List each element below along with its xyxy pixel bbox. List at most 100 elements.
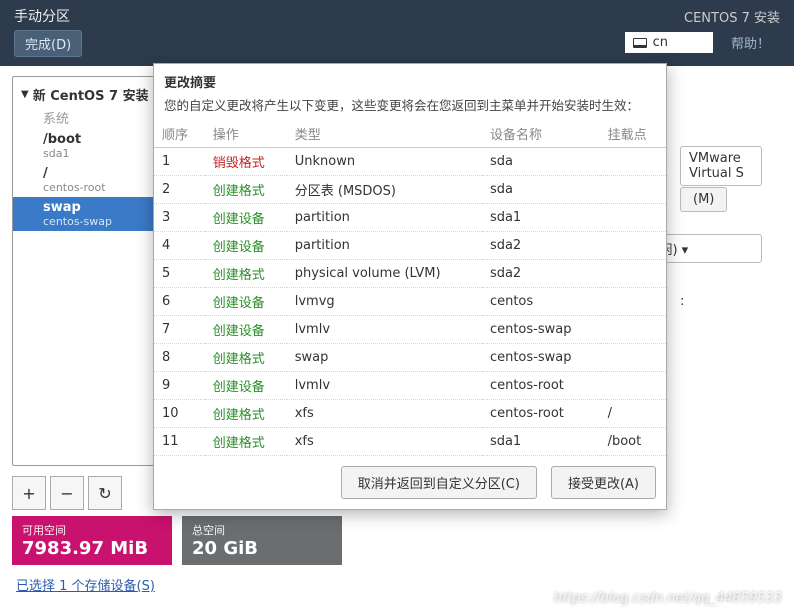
table-row[interactable]: 3创建设备partitionsda1 xyxy=(154,204,666,232)
storage-devices-link[interactable]: 已选择 1 个存储设备(S) xyxy=(12,569,159,600)
add-button[interactable]: + xyxy=(12,476,46,510)
col-dev[interactable]: 设备名称 xyxy=(482,120,600,148)
cell-op: 创建设备 xyxy=(205,316,287,344)
accordion-title: 新 CentOS 7 安装 xyxy=(33,85,149,104)
top-left: 手动分区 完成(D) xyxy=(14,6,82,57)
cell-type: physical volume (LVM) xyxy=(287,260,482,288)
col-order[interactable]: 顺序 xyxy=(154,120,205,148)
cell-order: 9 xyxy=(154,372,205,400)
cell-order: 8 xyxy=(154,344,205,372)
col-op[interactable]: 操作 xyxy=(205,120,287,148)
cell-op: 创建格式 xyxy=(205,400,287,428)
cell-type: xfs xyxy=(287,428,482,456)
cell-dev: sda2 xyxy=(482,232,600,260)
device-display: VMware Virtual S xyxy=(680,146,762,186)
space-summary: 可用空间 7983.97 MiB 总空间 20 GiB xyxy=(0,516,794,565)
cancel-button[interactable]: 取消并返回到自定义分区(C) xyxy=(341,466,537,499)
keyboard-icon xyxy=(633,38,647,48)
help-button[interactable]: 帮助！ xyxy=(721,30,780,55)
cell-type: xfs xyxy=(287,400,482,428)
page-title: 手动分区 xyxy=(14,6,82,26)
cell-order: 1 xyxy=(154,148,205,176)
cell-mnt xyxy=(600,176,666,204)
cell-dev: centos-root xyxy=(482,400,600,428)
table-row[interactable]: 9创建设备lvmlvcentos-root xyxy=(154,372,666,400)
cell-type: swap xyxy=(287,344,482,372)
keyboard-layout: cn xyxy=(653,35,668,50)
cell-type: partition xyxy=(287,232,482,260)
free-space-box: 可用空间 7983.97 MiB xyxy=(12,516,172,565)
table-row[interactable]: 8创建格式swapcentos-swap xyxy=(154,344,666,372)
cell-mnt xyxy=(600,148,666,176)
col-mnt[interactable]: 挂载点 xyxy=(600,120,666,148)
cell-mnt xyxy=(600,316,666,344)
cell-mnt xyxy=(600,204,666,232)
remove-button[interactable]: − xyxy=(50,476,84,510)
cell-op: 创建设备 xyxy=(205,204,287,232)
table-row[interactable]: 2创建格式分区表 (MSDOS)sda xyxy=(154,176,666,204)
modify-device-button[interactable]: (M) xyxy=(680,187,727,212)
top-right: CENTOS 7 安装 cn 帮助！ xyxy=(625,7,780,55)
cell-type: partition xyxy=(287,204,482,232)
keyboard-selector[interactable]: cn xyxy=(625,32,713,53)
cell-order: 7 xyxy=(154,316,205,344)
done-button[interactable]: 完成(D) xyxy=(14,30,82,57)
total-space-box: 总空间 20 GiB xyxy=(182,516,342,565)
cell-op: 创建格式 xyxy=(205,176,287,204)
table-row[interactable]: 11创建格式xfssda1/boot xyxy=(154,428,666,456)
table-row[interactable]: 4创建设备partitionsda2 xyxy=(154,232,666,260)
watermark: https://blog.csdn.net/qq_44859533 xyxy=(554,591,782,606)
table-row[interactable]: 10创建格式xfscentos-root/ xyxy=(154,400,666,428)
cell-order: 5 xyxy=(154,260,205,288)
cell-op: 创建格式 xyxy=(205,260,287,288)
cell-order: 3 xyxy=(154,204,205,232)
cell-op: 创建格式 xyxy=(205,344,287,372)
cell-dev: centos-root xyxy=(482,372,600,400)
cell-op: 创建设备 xyxy=(205,372,287,400)
trailing-colon: : xyxy=(680,294,762,309)
cell-type: lvmlv xyxy=(287,316,482,344)
cell-dev: sda xyxy=(482,176,600,204)
dialog-buttons: 取消并返回到自定义分区(C) 接受更改(A) xyxy=(154,456,666,509)
main-area: ▼ 新 CentOS 7 安装 系统 /boot sda1 / centos-r… xyxy=(0,66,794,506)
cell-mnt: /boot xyxy=(600,428,666,456)
cell-mnt xyxy=(600,232,666,260)
accept-button[interactable]: 接受更改(A) xyxy=(551,466,656,499)
cell-dev: sda2 xyxy=(482,260,600,288)
changes-table: 顺序 操作 类型 设备名称 挂载点 1销毁格式Unknownsda2创建格式分区… xyxy=(154,120,666,456)
cell-mnt: / xyxy=(600,400,666,428)
cell-op: 销毁格式 xyxy=(205,148,287,176)
chevron-down-icon: ▼ xyxy=(21,89,29,100)
table-row[interactable]: 7创建设备lvmlvcentos-swap xyxy=(154,316,666,344)
dialog-title: 更改摘要 xyxy=(154,64,666,93)
summary-dialog: 更改摘要 您的自定义更改将产生以下变更，这些变更将会在您返回到主菜单并开始安装时… xyxy=(153,63,667,510)
cell-dev: sda1 xyxy=(482,204,600,232)
cell-dev: sda xyxy=(482,148,600,176)
cell-type: lvmlv xyxy=(287,372,482,400)
cell-type: 分区表 (MSDOS) xyxy=(287,176,482,204)
cell-mnt xyxy=(600,288,666,316)
cell-dev: centos-swap xyxy=(482,316,600,344)
cell-order: 4 xyxy=(154,232,205,260)
table-row[interactable]: 6创建设备lvmvgcentos xyxy=(154,288,666,316)
cell-order: 10 xyxy=(154,400,205,428)
cell-op: 创建设备 xyxy=(205,288,287,316)
cell-dev: sda1 xyxy=(482,428,600,456)
cell-op: 创建设备 xyxy=(205,232,287,260)
cell-mnt xyxy=(600,344,666,372)
install-title: CENTOS 7 安装 xyxy=(684,7,780,26)
cell-op: 创建格式 xyxy=(205,428,287,456)
cell-order: 2 xyxy=(154,176,205,204)
cell-mnt xyxy=(600,372,666,400)
cell-dev: centos-swap xyxy=(482,344,600,372)
cell-mnt xyxy=(600,260,666,288)
cell-type: lvmvg xyxy=(287,288,482,316)
table-row[interactable]: 5创建格式physical volume (LVM)sda2 xyxy=(154,260,666,288)
cell-dev: centos xyxy=(482,288,600,316)
refresh-button[interactable]: ↻ xyxy=(88,476,122,510)
top-bar: 手动分区 完成(D) CENTOS 7 安装 cn 帮助！ xyxy=(0,0,794,66)
keyboard-row: cn 帮助！ xyxy=(625,30,780,55)
table-row[interactable]: 1销毁格式Unknownsda xyxy=(154,148,666,176)
col-type[interactable]: 类型 xyxy=(287,120,482,148)
cell-type: Unknown xyxy=(287,148,482,176)
